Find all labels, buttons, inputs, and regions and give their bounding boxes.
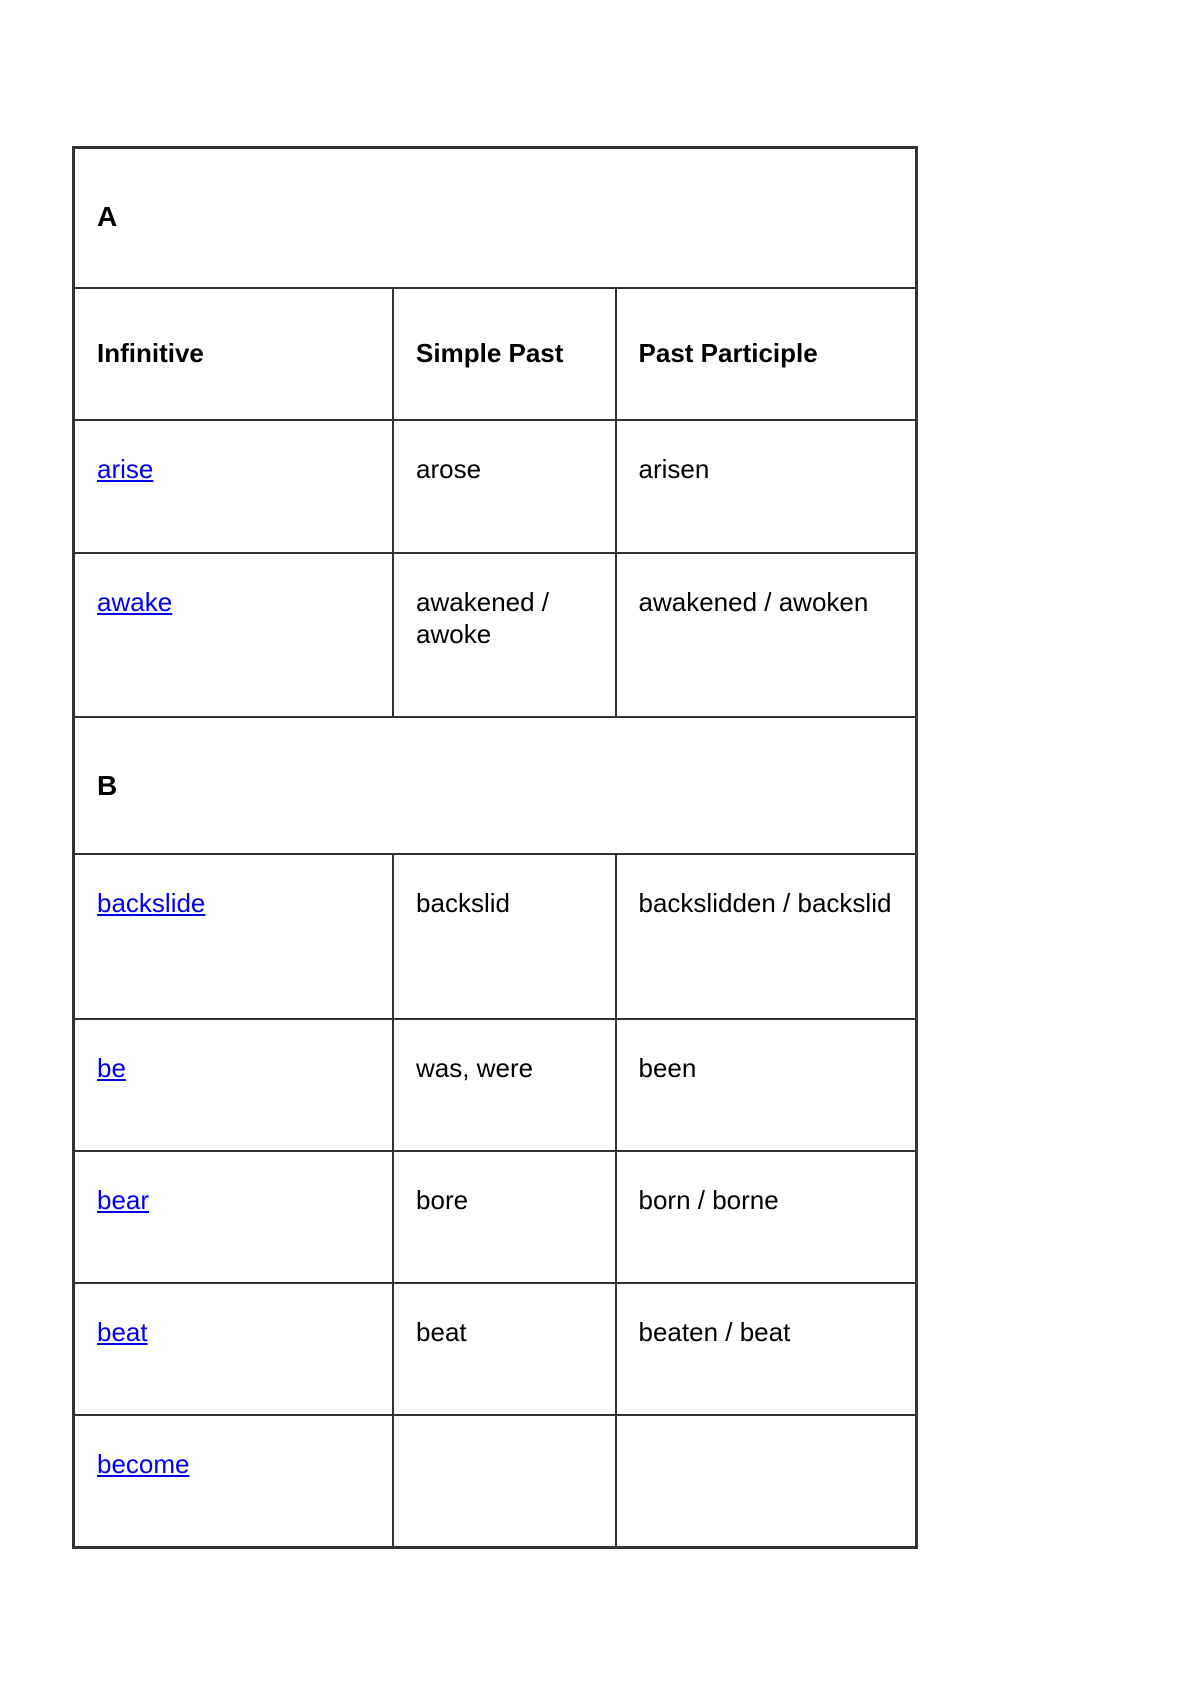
simple-past-cell: was, were bbox=[392, 1017, 617, 1152]
past-participle-cell: arisen bbox=[614, 418, 918, 554]
section-letter: A bbox=[72, 146, 918, 289]
infinitive-cell: beat bbox=[72, 1281, 395, 1416]
column-header: Infinitive bbox=[72, 286, 395, 421]
table-row: become bbox=[72, 1413, 918, 1549]
verb-link[interactable]: backslide bbox=[97, 888, 205, 918]
infinitive-cell: backslide bbox=[72, 852, 395, 1020]
simple-past-cell bbox=[392, 1413, 617, 1549]
simple-past-cell: beat bbox=[392, 1281, 617, 1416]
verb-link[interactable]: bear bbox=[97, 1185, 149, 1215]
header-row: Infinitive Simple Past Past Participle bbox=[72, 286, 918, 421]
past-participle-cell: beaten / beat bbox=[614, 1281, 918, 1416]
past-participle-cell: born / borne bbox=[614, 1149, 918, 1284]
verb-link[interactable]: beat bbox=[97, 1317, 148, 1347]
infinitive-cell: become bbox=[72, 1413, 395, 1549]
infinitive-cell: awake bbox=[72, 551, 395, 718]
irregular-verbs-table: A Infinitive Simple Past Past Participle ari… bbox=[72, 146, 918, 1549]
table-row: beat beat beaten / beat bbox=[72, 1281, 918, 1416]
simple-past-cell: awakened / awoke bbox=[392, 551, 617, 718]
verb-link[interactable]: arise bbox=[97, 454, 153, 484]
past-participle-cell: been bbox=[614, 1017, 918, 1152]
verb-link[interactable]: awake bbox=[97, 587, 172, 617]
infinitive-cell: bear bbox=[72, 1149, 395, 1284]
table-row: be was, were been bbox=[72, 1017, 918, 1152]
infinitive-cell: be bbox=[72, 1017, 395, 1152]
past-participle-cell bbox=[614, 1413, 918, 1549]
simple-past-cell: arose bbox=[392, 418, 617, 554]
past-participle-cell: awakened / awoken bbox=[614, 551, 918, 718]
simple-past-cell: backslid bbox=[392, 852, 617, 1020]
past-participle-cell: backslidden / backslid bbox=[614, 852, 918, 1020]
column-header: Simple Past bbox=[392, 286, 617, 421]
table-row: awake awakened / awoke awakened / awoken bbox=[72, 551, 918, 718]
verb-link[interactable]: become bbox=[97, 1449, 190, 1479]
section-row: A bbox=[72, 146, 918, 289]
table-row: bear bore born / borne bbox=[72, 1149, 918, 1284]
verb-link[interactable]: be bbox=[97, 1053, 126, 1083]
infinitive-cell: arise bbox=[72, 418, 395, 554]
section-letter: B bbox=[72, 715, 918, 855]
section-row: B bbox=[72, 715, 918, 855]
table-row: backslide backslid backslidden / backslid bbox=[72, 852, 918, 1020]
table-row: arise arose arisen bbox=[72, 418, 918, 554]
column-header: Past Participle bbox=[614, 286, 918, 421]
simple-past-cell: bore bbox=[392, 1149, 617, 1284]
